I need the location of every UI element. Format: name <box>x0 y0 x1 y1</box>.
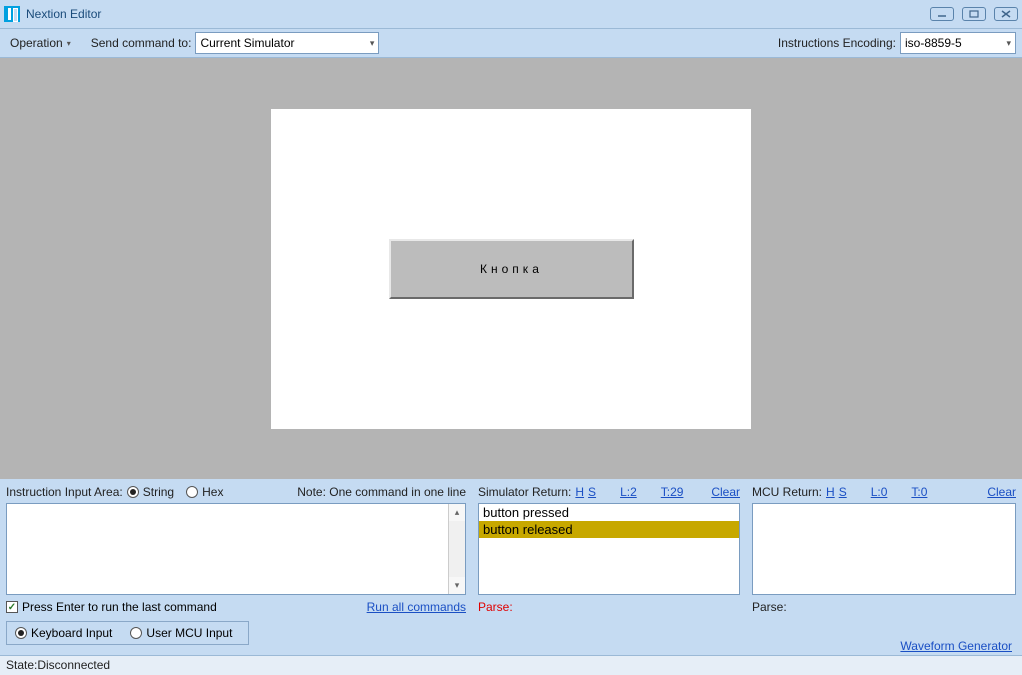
sim-clear-link[interactable]: Clear <box>711 485 740 499</box>
mcu-l-link[interactable]: L:0 <box>871 485 888 499</box>
sim-return-label: Simulator Return: <box>478 485 571 499</box>
window-title: Nextion Editor <box>26 7 101 21</box>
mcu-parse-label: Parse: <box>752 600 787 614</box>
sim-l-link[interactable]: L:2 <box>620 485 637 499</box>
press-enter-checkbox[interactable] <box>6 601 18 613</box>
input-source-row: Keyboard Input User MCU Input <box>0 617 1022 649</box>
caret-down-icon: ▾ <box>67 39 71 48</box>
sim-parse-label: Parse: <box>478 600 513 614</box>
mcu-s-link[interactable]: S <box>839 485 847 499</box>
toolbar: Operation ▾ Send command to: Current Sim… <box>0 28 1022 58</box>
titlebar: Nextion Editor <box>0 0 1022 28</box>
send-to-value: Current Simulator <box>200 36 294 50</box>
instruction-note: Note: One command in one line <box>297 485 466 499</box>
sim-h-link[interactable]: H <box>575 485 584 499</box>
device-button[interactable]: Кнопка <box>389 239 634 299</box>
mcu-h-link[interactable]: H <box>826 485 835 499</box>
instruction-textarea-wrap: ▴ ▾ <box>6 503 466 595</box>
minimize-button[interactable] <box>930 7 954 21</box>
send-to-label: Send command to: <box>91 36 192 50</box>
instruction-textarea[interactable] <box>7 504 447 594</box>
caret-down-icon: ▾ <box>370 38 375 49</box>
waveform-generator-link[interactable]: Waveform Generator <box>900 639 1012 653</box>
mcu-clear-link[interactable]: Clear <box>987 485 1016 499</box>
radio-icon <box>130 627 142 639</box>
operation-label: Operation <box>10 36 63 50</box>
instruction-label: Instruction Input Area: <box>6 485 123 499</box>
radio-icon <box>127 486 139 498</box>
lower-panels: Instruction Input Area: String Hex Note:… <box>0 479 1022 617</box>
simulator-canvas: Кнопка <box>0 58 1022 479</box>
instruction-panel: Instruction Input Area: String Hex Note:… <box>6 483 466 617</box>
scrollbar[interactable]: ▴ ▾ <box>448 504 465 594</box>
simulator-return-panel: Simulator Return: H S L:2 T:29 Clear but… <box>478 483 740 617</box>
run-all-link[interactable]: Run all commands <box>367 600 466 614</box>
mcu-return-label: MCU Return: <box>752 485 822 499</box>
list-item[interactable]: button pressed <box>479 504 739 521</box>
operation-menu[interactable]: Operation ▾ <box>6 34 75 52</box>
scroll-up-icon[interactable]: ▴ <box>449 504 465 521</box>
mcu-return-panel: MCU Return: H S L:0 T:0 Clear Parse: <box>752 483 1016 617</box>
caret-down-icon: ▾ <box>1006 38 1011 49</box>
sim-t-link[interactable]: T:29 <box>661 485 684 499</box>
close-button[interactable] <box>994 7 1018 21</box>
mcu-t-link[interactable]: T:0 <box>911 485 927 499</box>
radio-keyboard-label: Keyboard Input <box>31 626 112 640</box>
scroll-down-icon[interactable]: ▾ <box>449 577 465 594</box>
status-text: State:Disconnected <box>6 658 110 672</box>
sim-return-list[interactable]: button pressed button released <box>478 503 740 595</box>
radio-usermcu-label: User MCU Input <box>146 626 232 640</box>
send-to-combo[interactable]: Current Simulator ▾ <box>195 32 379 54</box>
app-icon <box>4 6 20 22</box>
radio-user-mcu-input[interactable]: User MCU Input <box>130 626 232 640</box>
device-screen[interactable]: Кнопка <box>271 109 751 429</box>
radio-string[interactable]: String <box>127 485 174 499</box>
sim-s-link[interactable]: S <box>588 485 596 499</box>
encoding-combo[interactable]: iso-8859-5 ▾ <box>900 32 1016 54</box>
maximize-button[interactable] <box>962 7 986 21</box>
radio-icon <box>15 627 27 639</box>
encoding-label: Instructions Encoding: <box>778 36 896 50</box>
radio-keyboard-input[interactable]: Keyboard Input <box>15 626 112 640</box>
radio-hex[interactable]: Hex <box>186 485 223 499</box>
press-enter-label: Press Enter to run the last command <box>22 600 217 614</box>
radio-hex-label: Hex <box>202 485 223 499</box>
list-item[interactable]: button released <box>479 521 739 538</box>
encoding-value: iso-8859-5 <box>905 36 962 50</box>
mcu-return-list[interactable] <box>752 503 1016 595</box>
status-bar: State:Disconnected <box>0 655 1022 675</box>
device-button-label: Кнопка <box>480 262 543 276</box>
radio-string-label: String <box>143 485 174 499</box>
radio-icon <box>186 486 198 498</box>
